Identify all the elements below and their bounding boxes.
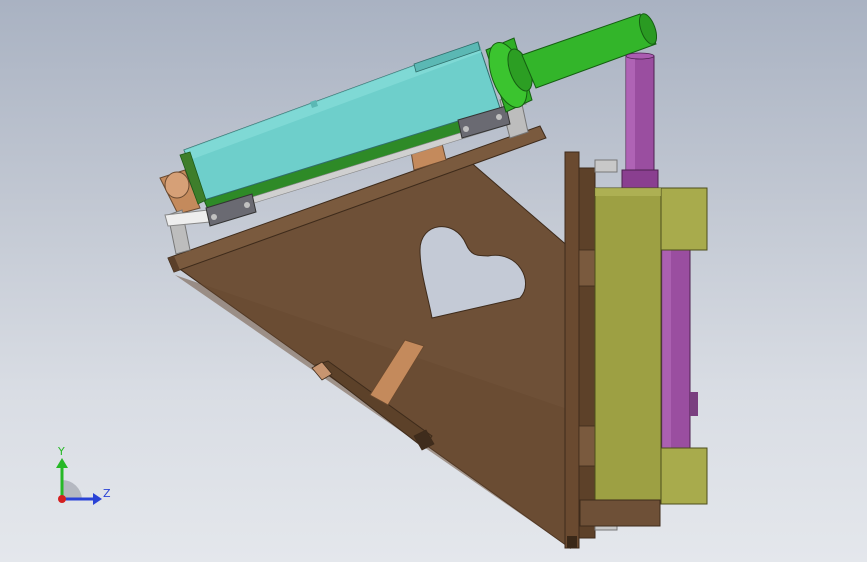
assembly-model[interactable]: Y Z [0,0,867,562]
y-axis-label: Y [57,445,65,458]
triad-arc [62,479,82,499]
cad-viewport[interactable]: Y Z [0,0,867,562]
z-axis-label: Z [103,487,111,500]
lower-clamp-plate [579,499,661,527]
y-axis-arrow [56,458,68,468]
triad-origin [58,495,66,503]
z-axis-arrow [93,493,102,505]
orientation-triad: Y Z [56,445,111,505]
